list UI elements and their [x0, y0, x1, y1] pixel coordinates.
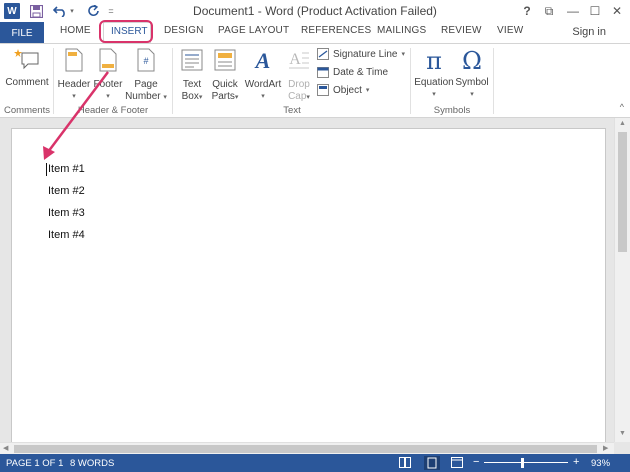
scroll-down-icon[interactable]: ▼	[619, 430, 626, 437]
vertical-scrollbar[interactable]: ▲ ▼	[614, 118, 630, 442]
scrollbar-thumb[interactable]	[14, 445, 597, 453]
read-mode-icon[interactable]	[399, 457, 411, 471]
web-layout-icon[interactable]	[451, 457, 463, 471]
word-count[interactable]: 8 WORDS	[70, 458, 114, 469]
scrollbar-thumb[interactable]	[618, 132, 627, 252]
page-count[interactable]: PAGE 1 OF 1	[6, 458, 63, 469]
zoom-out-button[interactable]: −	[473, 456, 479, 468]
zoom-slider[interactable]	[484, 462, 568, 463]
scroll-right-icon[interactable]: ▶	[603, 444, 608, 452]
annotation-arrow	[43, 71, 109, 160]
scroll-up-icon[interactable]: ▲	[619, 120, 626, 127]
zoom-in-button[interactable]: +	[573, 456, 579, 468]
status-bar: PAGE 1 OF 1 8 WORDS − + 93%	[0, 454, 630, 472]
zoom-slider-thumb[interactable]	[521, 458, 525, 468]
scroll-left-icon[interactable]: ◀	[3, 444, 8, 452]
print-layout-icon[interactable]	[424, 456, 440, 470]
horizontal-scrollbar[interactable]: ◀ ▶	[0, 442, 614, 454]
zoom-level[interactable]: 93%	[591, 458, 610, 469]
